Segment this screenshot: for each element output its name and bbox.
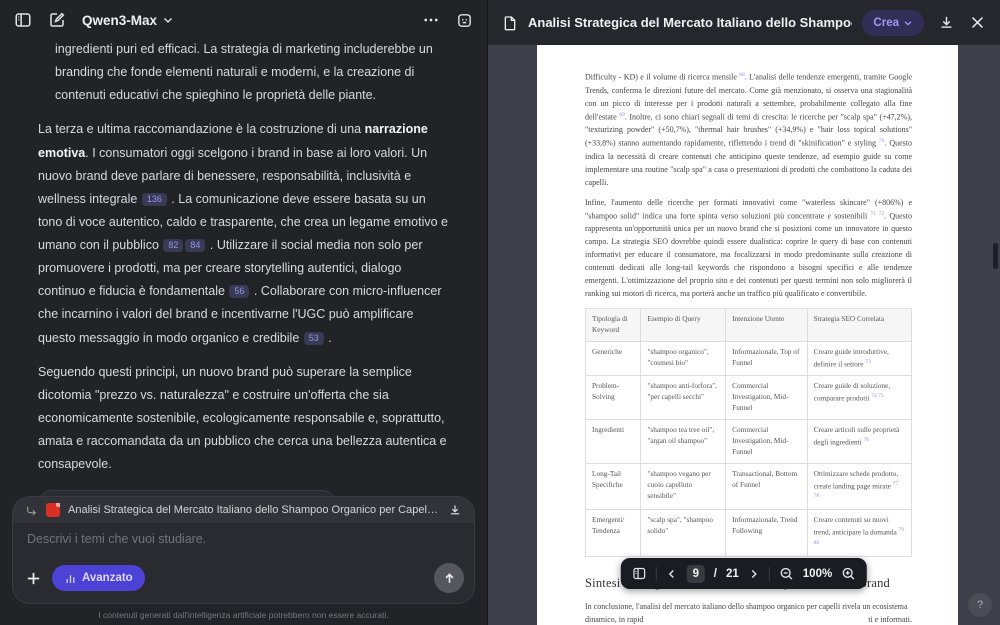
previous-page-icon[interactable] — [666, 568, 678, 580]
new-chat-icon[interactable] — [48, 11, 66, 29]
send-button[interactable] — [434, 563, 464, 593]
attachment-download-icon[interactable] — [448, 503, 462, 517]
add-attachment-button[interactable] — [25, 570, 42, 587]
artifact-panel-icon[interactable] — [456, 12, 473, 29]
bar-chart-icon — [64, 572, 77, 585]
toolbar-divider — [656, 567, 657, 581]
close-icon[interactable] — [969, 14, 986, 31]
viewer-scrollbar[interactable] — [993, 243, 998, 269]
avanzato-mode-button[interactable]: Avanzato — [52, 565, 145, 591]
plus-icon — [25, 570, 42, 587]
chat-message-area: ingredienti puri ed efficaci. La strateg… — [0, 40, 487, 496]
page-separator: / — [714, 568, 717, 580]
chat-panel: Qwen3-Max ingredienti puri ed efficaci. … — [0, 0, 488, 625]
pdf-file-icon — [46, 503, 60, 517]
toolbar-divider — [769, 567, 770, 581]
pdf-viewer[interactable]: Difficulty - KD) e il volume di ricerca … — [488, 45, 1000, 625]
app-window: Qwen3-Max ingredienti puri ed efficaci. … — [0, 0, 1000, 625]
preview-title: Analisi Strategica del Mercato Italiano … — [528, 15, 852, 30]
assistant-paragraph: La terza e ultima raccomandazione è la c… — [38, 118, 449, 349]
pdf-page: Difficulty - KD) e il volume di ricerca … — [537, 45, 958, 625]
chat-header: Qwen3-Max — [0, 0, 487, 40]
pdf-preview-panel: Analisi Strategica del Mercato Italiano … — [488, 0, 1000, 625]
attachment-chip[interactable]: Analisi Strategica del Mercato Italiano … — [13, 497, 474, 523]
zoom-out-icon[interactable] — [779, 566, 794, 581]
pdf-toolbar: 9 / 21 100% — [621, 558, 867, 589]
next-page-icon[interactable] — [748, 568, 760, 580]
model-selector[interactable]: Qwen3-Max — [82, 13, 174, 28]
chevron-down-icon — [162, 14, 174, 26]
corner-arrow-icon — [25, 504, 38, 517]
document-icon — [502, 15, 518, 31]
zoom-level: 100% — [803, 568, 832, 580]
pdf-paragraph: Infine, l'aumento delle ricerche per for… — [585, 197, 912, 301]
assistant-paragraph: Seguendo questi principi, un nuovo brand… — [38, 361, 449, 477]
message-input[interactable]: Descrivi i temi che vuoi studiare. — [13, 523, 474, 557]
composer: Analisi Strategica del Mercato Italiano … — [0, 496, 487, 625]
total-pages: 21 — [726, 568, 739, 580]
download-icon[interactable] — [938, 14, 955, 31]
pdf-keyword-table: Tipologia di KeywordEsempio di QueryInte… — [585, 308, 912, 557]
pdf-closing-paragraph: In conclusione, l'analisi del mercato it… — [585, 601, 912, 625]
zoom-in-icon[interactable] — [841, 566, 856, 581]
current-page-input[interactable]: 9 — [687, 565, 705, 583]
preview-header: Analisi Strategica del Mercato Italiano … — [488, 0, 1000, 45]
thumbnails-panel-icon[interactable] — [632, 566, 647, 581]
assistant-paragraph: ingredienti puri ed efficaci. La strateg… — [55, 40, 449, 107]
pdf-paragraph: Difficulty - KD) e il volume di ricerca … — [585, 71, 912, 190]
arrow-up-icon — [442, 571, 457, 586]
chevron-down-icon — [903, 18, 913, 28]
ai-disclaimer: I contenuti generati dall'intelligenza a… — [12, 604, 475, 625]
help-button[interactable]: ? — [968, 593, 992, 617]
model-name: Qwen3-Max — [82, 13, 157, 28]
more-options-icon[interactable] — [422, 11, 440, 29]
attachment-name: Analisi Strategica del Mercato Italiano … — [68, 504, 440, 516]
crea-button[interactable]: Crea — [862, 10, 924, 36]
sidebar-toggle-icon[interactable] — [14, 11, 32, 29]
